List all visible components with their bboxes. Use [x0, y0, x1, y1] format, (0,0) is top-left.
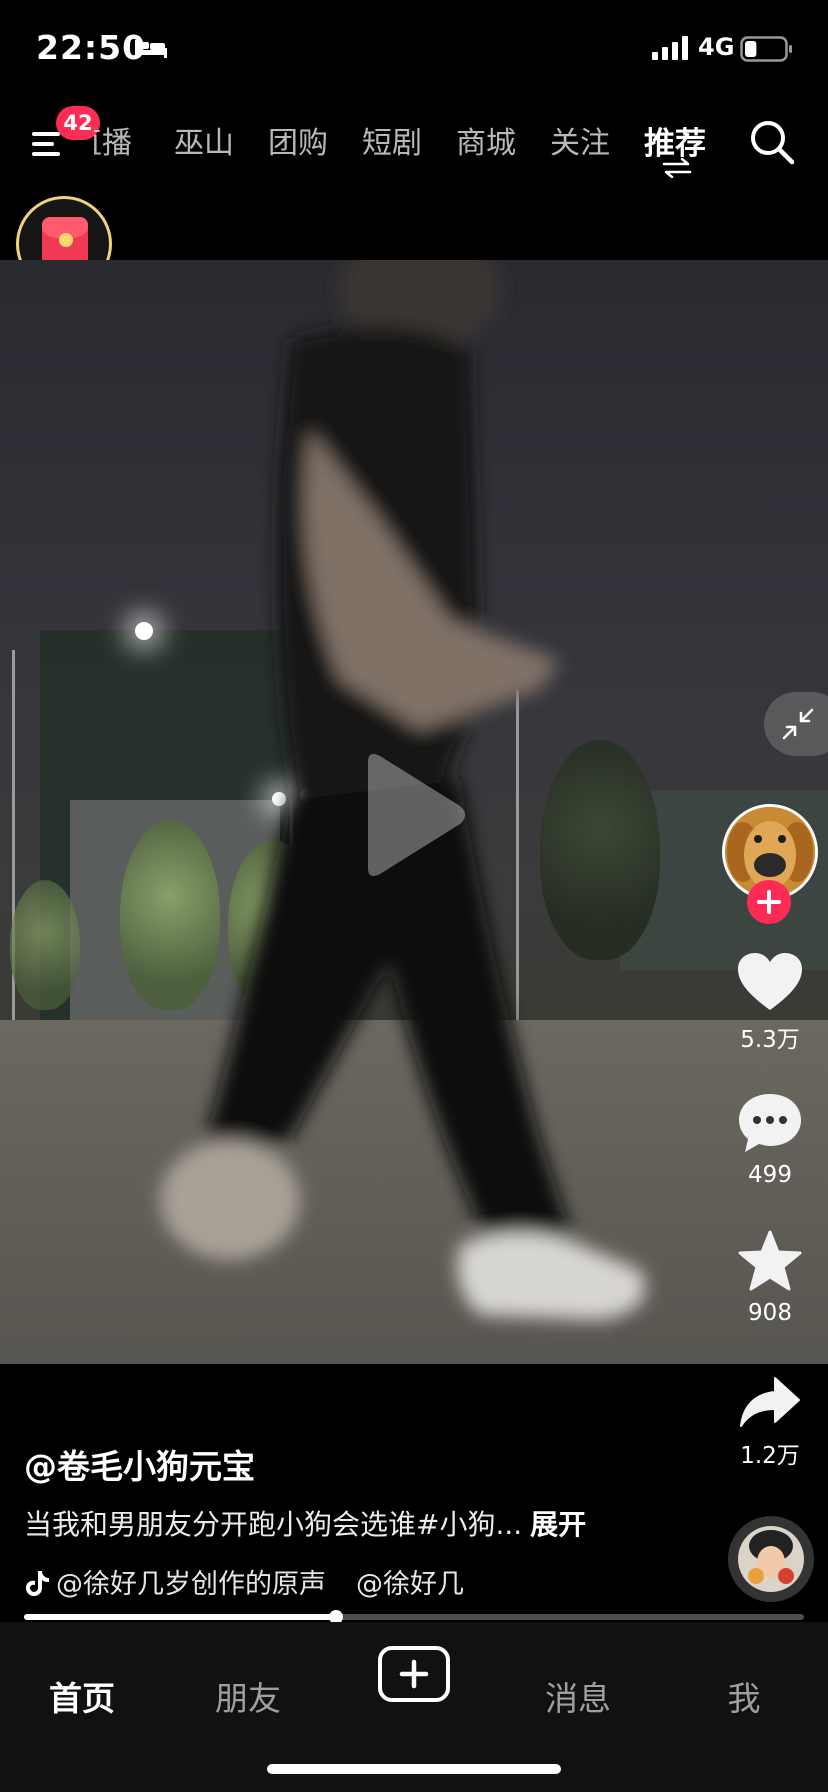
video-description: 当我和男朋友分开跑小狗会选谁#小狗... 展开	[24, 1503, 586, 1543]
signal-icon	[652, 36, 688, 60]
tab-group-buy[interactable]: 团购	[268, 118, 328, 162]
follow-button[interactable]	[747, 880, 791, 924]
play-icon[interactable]	[360, 750, 470, 880]
video-player[interactable]	[0, 260, 828, 1364]
heart-icon	[738, 953, 802, 1010]
description-text: 当我和男朋友分开跑小狗会选谁#小狗...	[24, 1508, 523, 1541]
expand-link[interactable]: 展开	[530, 1508, 586, 1541]
like-count: 5.3万	[740, 1027, 800, 1053]
favorite-count: 908	[748, 1300, 792, 1326]
nav-messages[interactable]: 消息	[518, 1672, 638, 1720]
swap-arrows-icon[interactable]	[662, 158, 692, 178]
music-cover-image	[738, 1526, 804, 1592]
top-nav: 42 直播 巫山 团购 短剧 商城 关注 推荐	[0, 96, 828, 188]
tab-wushan[interactable]: 巫山	[174, 118, 234, 162]
comment-icon	[739, 1094, 801, 1152]
like-button[interactable]: 5.3万	[724, 952, 816, 1054]
home-indicator	[267, 1764, 561, 1774]
status-bar: 22:50 4G	[0, 0, 828, 96]
nav-me[interactable]: 我	[684, 1672, 804, 1720]
star-icon	[738, 1230, 802, 1291]
music-source-repeat: @徐好几	[356, 1569, 464, 1598]
tree	[10, 880, 80, 1010]
network-type: 4G	[698, 33, 735, 61]
coin-icon	[59, 233, 73, 247]
video-progress-bar[interactable]	[24, 1610, 804, 1624]
plus-icon	[757, 890, 781, 914]
create-button[interactable]	[378, 1646, 450, 1702]
music-info[interactable]: @徐好几岁创作的原声 @徐好几	[24, 1562, 494, 1598]
tab-short-drama[interactable]: 短剧	[362, 118, 422, 162]
minimize-button[interactable]	[764, 692, 828, 756]
nav-friends[interactable]: 朋友	[188, 1672, 308, 1720]
comment-button[interactable]: 499	[724, 1092, 816, 1188]
tab-mall[interactable]: 商城	[456, 118, 516, 162]
tiktok-note-icon	[26, 1571, 49, 1596]
sleep-mode-icon	[135, 40, 167, 58]
progress-fill	[24, 1614, 336, 1620]
channel-tabs: 直播 巫山 团购 短剧 商城 关注 推荐	[94, 118, 714, 168]
music-source: @徐好几岁创作的原声	[56, 1569, 326, 1598]
favorite-button[interactable]: 908	[724, 1230, 816, 1326]
status-time: 22:50	[36, 28, 147, 67]
search-icon[interactable]	[748, 118, 796, 166]
author-name[interactable]: @卷毛小狗元宝	[24, 1440, 255, 1488]
collapse-arrows-icon	[782, 708, 814, 740]
tab-live[interactable]: 直播	[94, 118, 132, 162]
share-arrow-icon	[740, 1377, 800, 1427]
battery-icon	[740, 36, 792, 62]
nav-home[interactable]: 首页	[22, 1672, 142, 1720]
plus-icon	[399, 1659, 429, 1689]
comment-count: 499	[748, 1162, 792, 1188]
tab-following[interactable]: 关注	[550, 118, 610, 162]
music-disc[interactable]	[728, 1516, 814, 1602]
tab-recommended[interactable]: 推荐	[644, 118, 706, 163]
share-count: 1.2万	[740, 1443, 800, 1469]
share-button[interactable]: 1.2万	[724, 1376, 816, 1470]
